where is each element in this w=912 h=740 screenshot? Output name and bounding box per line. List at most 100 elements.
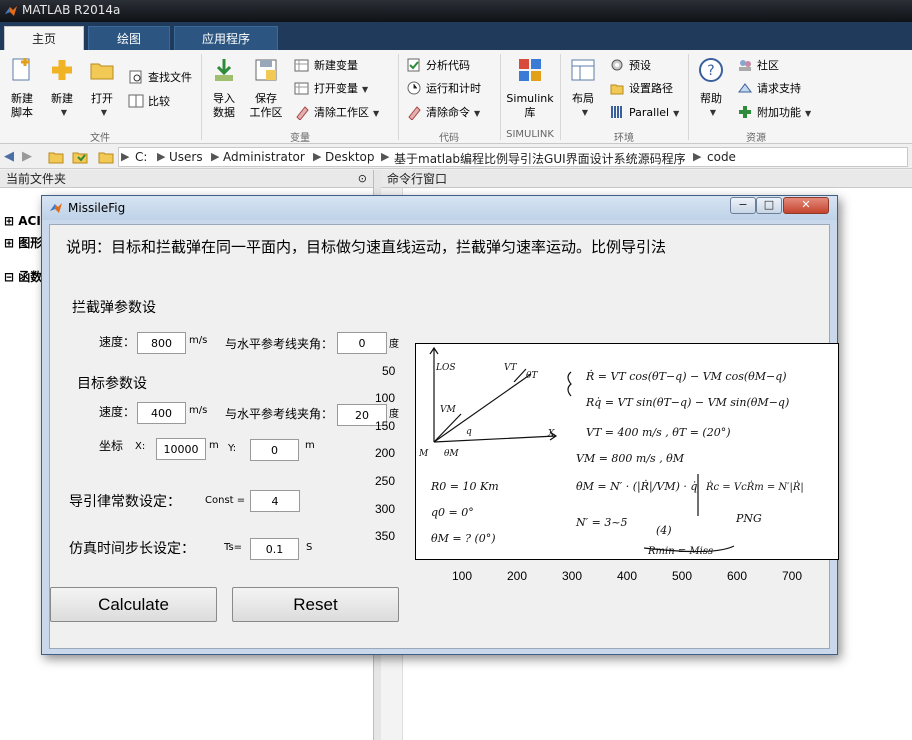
panel-menu-icon[interactable]: ⊙ [358,170,367,188]
tree-item-graphics-label: 图形 [18,236,43,250]
handwritten-notes-image: LOS VT θT VM q X M θM Ṙ = VT cos(θT−q) −… [418,346,804,557]
time-step-label: 仿真时间步长设定： [69,541,195,557]
path-breadcrumb[interactable]: ▶ C: ▶ Users ▶ Administrator ▶ Desktop ▶… [118,147,908,167]
hw-eq9: Ṙc = VcṘm = N′|Ṙ| [705,481,804,493]
ribbon: 新建 脚本 新建 ▼ 打开 ▼ 查找文件 比较 文件 导入 数据 保存 工作区 新建… [0,50,912,144]
description-text: 说明：目标和拦截弹在同一平面内，目标做匀速直线运动，拦截弹匀速率运动。比例导引法 [66,238,667,256]
target-x-input[interactable] [156,438,206,460]
clear-workspace-button[interactable]: 清除工作区 ▼ [294,103,379,123]
x-axis-arrow [433,431,558,443]
preferences-label: 预设 [629,59,651,72]
analyze-code-button[interactable]: 分析代码 [406,56,470,76]
hw-eq2: Rq̇ = VT sin(θT−q) − VM sin(θM−q) [585,396,789,409]
guidance-constant-input[interactable] [250,490,300,512]
parallel-label: Parallel [629,106,670,119]
crumb-code[interactable]: code [707,150,736,164]
open-label: 打开 [91,92,113,105]
tab-plots[interactable]: 绘图 [88,26,170,50]
interceptor-speed-label: 速度： [99,335,136,349]
clear-workspace-icon [296,106,309,120]
target-speed-label: 速度： [99,405,136,419]
tree-item-aci[interactable]: ⊞ ACI [4,214,41,228]
crumb-c[interactable]: C: [135,150,147,164]
open-button[interactable]: 打开 ▼ [86,56,118,120]
tree-item-functions[interactable]: ⊟ 函数 [4,268,42,285]
variable-group-label: 变量 [290,133,310,144]
find-files-button[interactable]: 查找文件 [128,68,192,88]
find-files-label: 查找文件 [148,71,192,84]
set-path-button[interactable]: 设置路径 [609,79,673,99]
chevron-down-icon: ▼ [581,108,589,117]
root-folder-icon [98,152,114,164]
crumb-users[interactable]: Users [169,150,203,164]
save-workspace-button[interactable]: 保存 工作区 [246,56,286,120]
x-tick-label: 200 [507,569,528,583]
y-coordinate-label: Y: [228,443,237,454]
tab-home[interactable]: 主页 [4,26,84,50]
hw-eq11: N′ = 3~5 [575,516,628,529]
command-window-header: 命令行窗口 [381,170,912,188]
interceptor-speed-unit: m/s [189,335,208,346]
hw-theta-m: θM [444,449,459,459]
request-support-button[interactable]: 请求支持 [737,79,801,99]
forward-arrow-icon[interactable]: ▶ [22,149,32,164]
new-script-button[interactable]: 新建 脚本 [4,56,40,120]
simulink-library-button[interactable]: Simulink 库 [504,56,556,120]
chevron-down-icon: ▼ [474,109,481,118]
environment-group-label: 环境 [614,133,634,144]
add-ons-button[interactable]: 附加功能 ▼ [737,103,811,123]
calculate-button[interactable]: Calculate [50,587,217,622]
new-variable-button[interactable]: 新建变量 [294,56,358,76]
compare-label: 比较 [148,95,170,108]
close-button[interactable]: ✕ [783,197,829,214]
run-time-button[interactable]: 运行和计时 [406,79,481,99]
layout-button[interactable]: 布局 ▼ [566,56,600,120]
back-arrow-icon[interactable]: ◀ [4,149,14,164]
target-y-unit: m [305,440,315,451]
browse-folder-icon[interactable] [72,149,88,165]
preferences-button[interactable]: 预设 [609,56,651,76]
compare-button[interactable]: 比较 [128,92,170,112]
hw-eq4: VM = 800 m/s , θM [576,452,685,465]
group-divider [560,54,561,140]
title-bar: MATLAB R2014a [0,0,912,22]
new-button[interactable]: 新建 ▼ [46,56,78,120]
clear-commands-icon [408,106,421,120]
target-y-input[interactable] [250,439,299,461]
time-step-unit: S [306,542,313,553]
clear-commands-button[interactable]: 清除命令 ▼ [406,103,480,123]
open-variable-button[interactable]: 打开变量 ▼ [294,79,368,99]
tab-apps[interactable]: 应用程序 [174,26,278,50]
layout-icon [571,59,595,81]
chevron-right-icon: ▶ [211,150,220,163]
interceptor-angle-input[interactable] [337,332,387,354]
interceptor-speed-input[interactable] [137,332,186,354]
minimize-button[interactable]: − [730,197,756,214]
crumb-project-folder[interactable]: 基于matlab编程比例导引法GUI界面设计系统源码程序 [394,150,686,167]
parallel-button[interactable]: Parallel ▼ [609,103,679,123]
hw-vm: VM [440,405,456,415]
chevron-right-icon: ▶ [381,150,390,163]
dialog-title-bar[interactable]: MissileFig − □ ✕ [42,196,837,220]
hw-eq1: Ṙ = VT cos(θT−q) − VM cos(θM−q) [585,369,787,383]
crumb-desktop[interactable]: Desktop [325,150,375,164]
x-coordinate-label: X: [135,441,146,452]
crumb-administrator[interactable]: Administrator [223,150,305,164]
chevron-down-icon: ▼ [709,108,717,117]
import-data-button[interactable]: 导入 数据 [206,56,242,120]
run-time-label: 运行和计时 [426,82,481,95]
help-button[interactable]: ? 帮助 ▼ [694,56,728,120]
set-path-icon [610,84,624,95]
x-tick-label: 600 [727,569,748,583]
plot-axes: LOS VT θT VM q X M θM Ṙ = VT cos(θT−q) −… [415,343,839,560]
reset-button[interactable]: Reset [232,587,399,622]
target-speed-input[interactable] [137,402,186,424]
community-button[interactable]: 社区 [737,56,779,76]
target-section-title: 目标参数设 [77,376,147,392]
missile-velocity-vector [433,413,462,443]
time-step-input[interactable] [250,538,299,560]
up-folder-icon[interactable] [48,149,64,165]
tree-item-graphics[interactable]: ⊞ 图形 [4,234,42,251]
maximize-button[interactable]: □ [756,197,782,214]
command-window-title: 命令行窗口 [387,172,448,186]
